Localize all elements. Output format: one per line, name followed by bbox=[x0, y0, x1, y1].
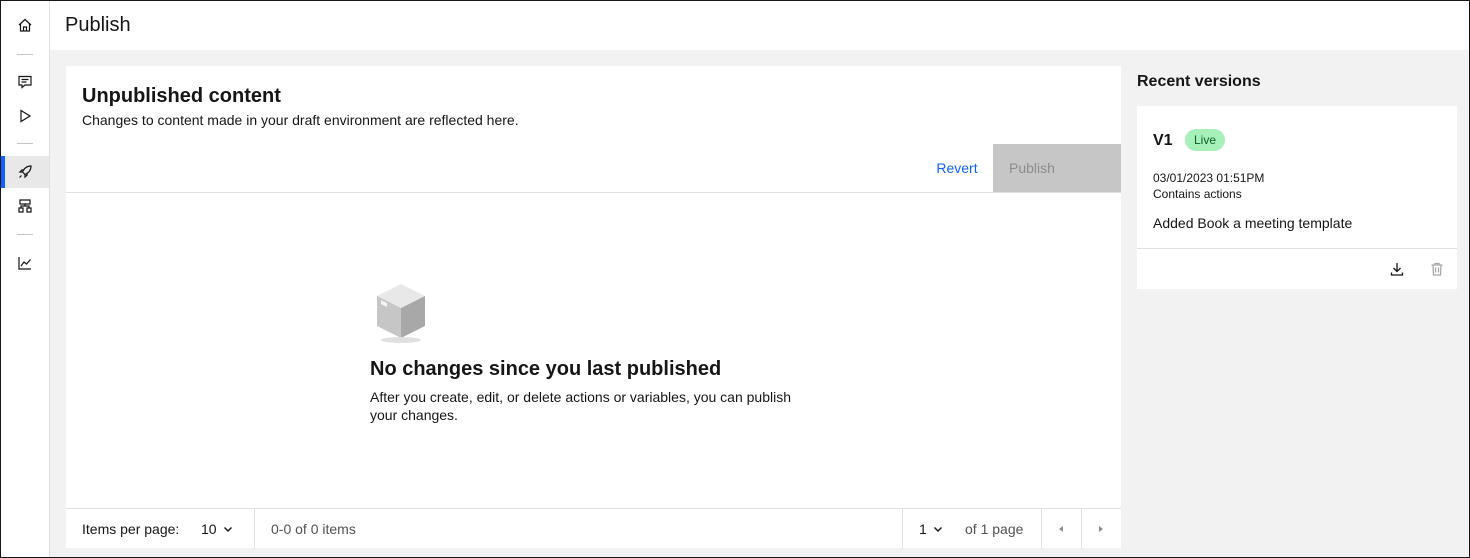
rail-divider bbox=[17, 143, 33, 144]
download-version-button[interactable] bbox=[1385, 257, 1409, 281]
items-range-text: 0-0 of 0 items bbox=[271, 521, 356, 537]
analytics-icon bbox=[18, 257, 31, 270]
app-window: Publish Unpublished content Changes to c… bbox=[0, 0, 1470, 558]
play-icon bbox=[20, 109, 32, 123]
divider bbox=[1137, 248, 1457, 249]
page-title: Publish bbox=[65, 14, 131, 36]
version-description: Added Book a meeting template bbox=[1153, 215, 1353, 231]
rail-item-preview[interactable] bbox=[1, 100, 49, 132]
rocket-icon bbox=[18, 165, 32, 179]
total-pages-text: of 1 page bbox=[965, 521, 1024, 537]
rail-divider bbox=[17, 54, 33, 55]
pager-separator bbox=[902, 509, 903, 549]
rail-item-analyze[interactable] bbox=[1, 247, 49, 279]
pagination: Items per page: 10 0-0 of 0 items 1 of 1… bbox=[66, 508, 1121, 549]
hierarchy-icon bbox=[18, 199, 32, 213]
panel-title: Unpublished content bbox=[82, 85, 281, 107]
items-per-page-label: Items per page: bbox=[82, 521, 180, 537]
items-per-page-select[interactable]: 10 bbox=[201, 521, 233, 537]
version-timestamp: 03/01/2023 01:51PM bbox=[1153, 171, 1265, 185]
pager-separator bbox=[254, 509, 255, 549]
recent-versions-title: Recent versions bbox=[1137, 73, 1261, 90]
previous-page-button[interactable] bbox=[1041, 509, 1081, 549]
page-header: Publish bbox=[50, 1, 1469, 50]
version-name: V1 bbox=[1153, 132, 1173, 149]
caret-right-icon bbox=[1099, 526, 1103, 532]
panel-subtitle: Changes to content made in your draft en… bbox=[82, 112, 519, 128]
side-nav-rail bbox=[1, 1, 50, 557]
revert-button[interactable]: Revert bbox=[921, 144, 993, 192]
rail-item-home[interactable] bbox=[1, 9, 49, 41]
rail-item-publish[interactable] bbox=[1, 156, 49, 188]
chat-icon bbox=[18, 75, 32, 89]
chevron-down-icon bbox=[223, 527, 232, 532]
caret-left-icon bbox=[1059, 526, 1063, 532]
empty-state-description: After you create, edit, or delete action… bbox=[370, 389, 792, 423]
version-contains: Contains actions bbox=[1153, 187, 1242, 201]
page-number-value: 1 bbox=[919, 521, 927, 537]
unpublished-content-panel: Unpublished content Changes to content m… bbox=[66, 66, 1121, 549]
delete-version-button[interactable] bbox=[1425, 257, 1449, 281]
empty-state-title: No changes since you last published bbox=[370, 358, 722, 380]
chevron-down-icon bbox=[933, 527, 942, 532]
page-number-select[interactable]: 1 bbox=[919, 521, 943, 537]
rail-divider bbox=[17, 234, 33, 235]
next-page-button[interactable] bbox=[1081, 509, 1121, 549]
divider bbox=[66, 192, 1121, 193]
home-icon bbox=[18, 18, 32, 32]
live-status-badge: Live bbox=[1185, 129, 1226, 151]
rail-item-actions[interactable] bbox=[1, 66, 49, 98]
rail-item-environments[interactable] bbox=[1, 190, 49, 222]
version-card: V1 Live 03/01/2023 01:51PM Contains acti… bbox=[1137, 106, 1457, 289]
download-icon bbox=[1390, 263, 1404, 276]
items-per-page-value: 10 bbox=[201, 521, 217, 537]
trash-icon bbox=[1431, 262, 1443, 276]
publish-button[interactable]: Publish bbox=[993, 144, 1121, 192]
empty-box-icon bbox=[377, 284, 425, 343]
